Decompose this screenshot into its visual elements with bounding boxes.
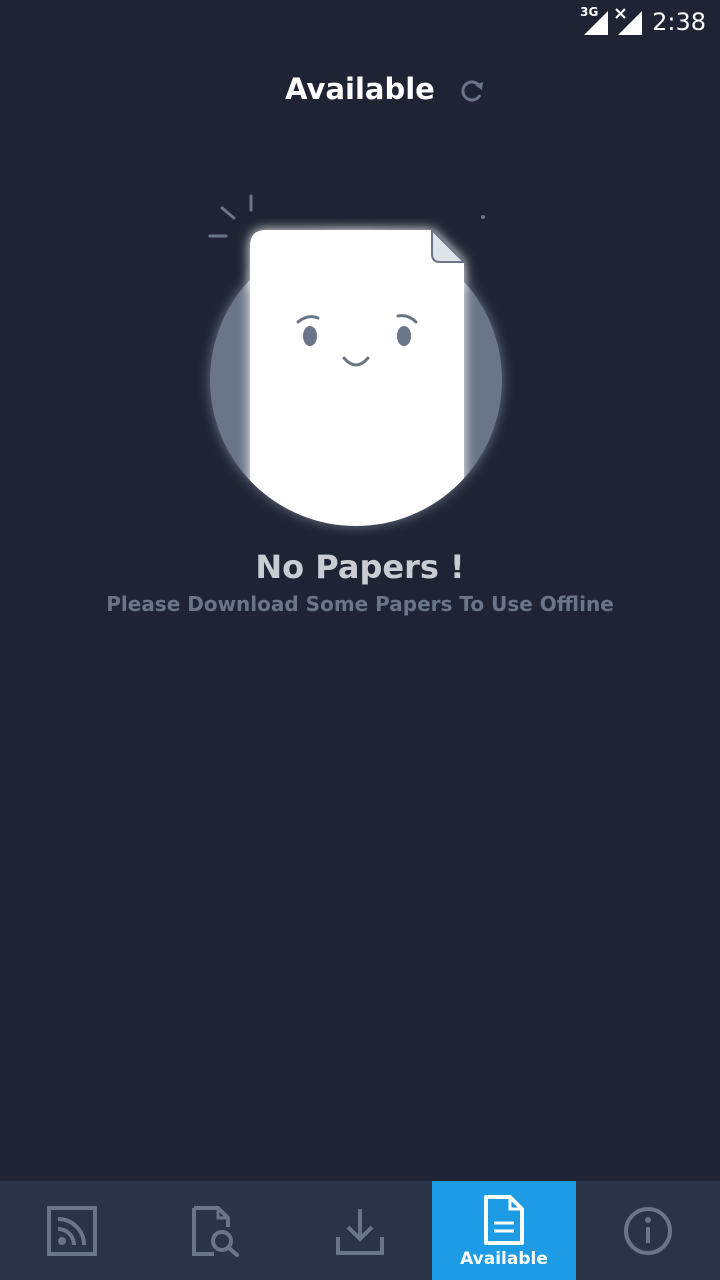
status-icons: 3G 2:38 xyxy=(580,5,706,38)
nav-item-available[interactable]: Available xyxy=(432,1181,576,1280)
document-icon xyxy=(484,1194,524,1245)
search-paper-icon xyxy=(192,1205,239,1257)
nav-label-available: Available xyxy=(460,1248,548,1269)
nav-item-search[interactable] xyxy=(144,1181,288,1280)
sad-document-illustration xyxy=(196,186,516,536)
nav-item-download[interactable] xyxy=(288,1181,432,1280)
nav-item-feed[interactable] xyxy=(0,1181,144,1280)
bottom-navigation: Available xyxy=(0,1181,720,1280)
refresh-icon xyxy=(461,80,483,102)
available-papers-screen: 3G 2:38 Available No Papers ! Please Dow… xyxy=(0,0,720,1280)
empty-state-subtitle: Please Download Some Papers To Use Offli… xyxy=(106,592,614,616)
feed-icon xyxy=(47,1205,97,1256)
refresh-button[interactable] xyxy=(458,76,488,106)
info-icon xyxy=(624,1206,672,1255)
empty-state-title: No Papers ! xyxy=(255,548,465,586)
page-title: Available xyxy=(285,72,435,106)
status-bar: 3G 2:38 xyxy=(0,0,720,48)
signal-3g-icon: 3G xyxy=(580,5,610,37)
top-bar: Available xyxy=(0,64,720,114)
nav-item-info[interactable] xyxy=(576,1181,720,1280)
clock: 2:38 xyxy=(652,8,706,36)
signal-no-service-icon xyxy=(614,7,644,37)
download-icon xyxy=(336,1208,384,1255)
